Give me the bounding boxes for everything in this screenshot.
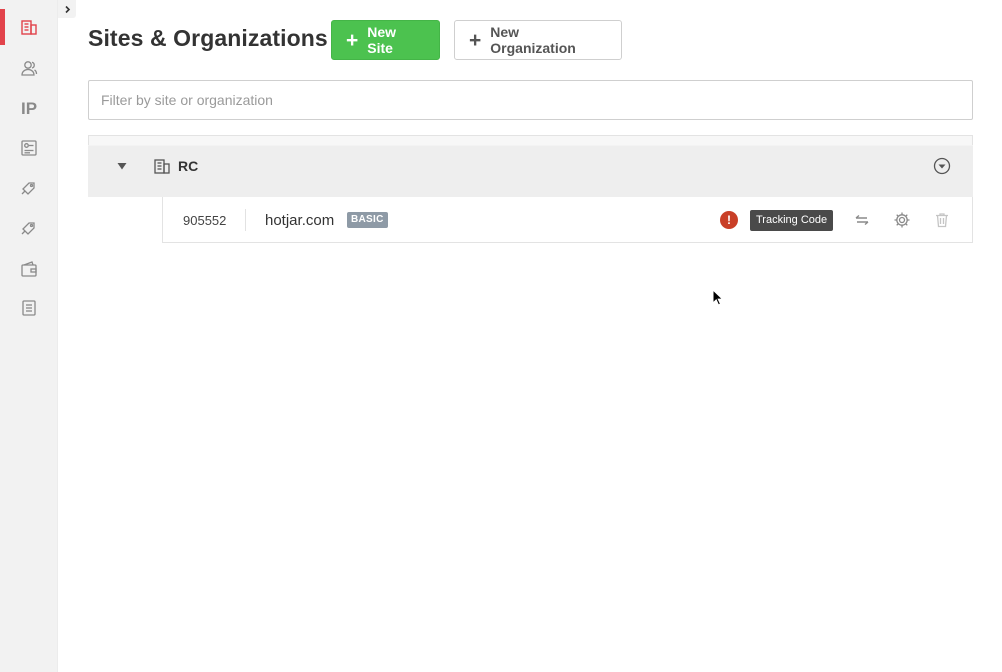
- sidebar-item-invoices[interactable]: [0, 290, 58, 326]
- warning-icon[interactable]: !: [720, 211, 738, 229]
- tag-icon: [21, 182, 35, 195]
- page-title: Sites & Organizations: [88, 25, 328, 51]
- site-id: 905552: [183, 213, 227, 228]
- gear-icon[interactable]: [893, 211, 911, 229]
- sidebar-item-organizations[interactable]: [0, 9, 58, 45]
- sidebar-item-ip[interactable]: IP: [0, 91, 58, 127]
- wallet-icon: [21, 261, 37, 277]
- sidebar: IP: [0, 0, 58, 672]
- trash-icon[interactable]: [933, 211, 951, 229]
- users-icon: [21, 61, 38, 76]
- new-organization-button[interactable]: + New Organization: [454, 20, 622, 60]
- organization-header-row[interactable]: [88, 145, 973, 197]
- new-site-button[interactable]: + New Site: [331, 20, 440, 60]
- sliders-icon: [21, 140, 37, 156]
- plan-badge: BASIC: [347, 212, 388, 228]
- ip-label: IP: [20, 99, 38, 118]
- caret-down-icon[interactable]: [117, 162, 127, 170]
- sidebar-item-billing[interactable]: [0, 251, 58, 287]
- tag-icon: [21, 222, 35, 235]
- building-icon: [21, 20, 37, 35]
- document-icon: [22, 300, 36, 316]
- divider: [245, 209, 246, 231]
- organization-name: RC: [178, 158, 199, 174]
- sidebar-item-users[interactable]: [0, 50, 58, 86]
- sidebar-expand-toggle[interactable]: [58, 0, 76, 18]
- tracking-code-button[interactable]: Tracking Code: [750, 210, 834, 231]
- site-name[interactable]: hotjar.com: [265, 212, 334, 229]
- plus-icon: +: [346, 28, 359, 52]
- new-site-label: New Site: [367, 24, 397, 56]
- organization-menu-icon[interactable]: [933, 157, 951, 175]
- transfer-icon[interactable]: [853, 211, 871, 229]
- filter-input[interactable]: [88, 80, 973, 120]
- new-organization-label: New Organization: [490, 24, 576, 56]
- chevron-right-icon: [64, 5, 70, 13]
- plus-icon: +: [469, 28, 482, 52]
- sidebar-item-tag-1[interactable]: [0, 170, 58, 206]
- sidebar-item-tag-2[interactable]: [0, 210, 58, 246]
- sidebar-item-settings[interactable]: [0, 130, 58, 166]
- app: IP Sites & Organizations + New Site + Ne…: [0, 0, 1002, 672]
- mouse-cursor-icon: [712, 289, 724, 306]
- building-icon: [154, 159, 170, 174]
